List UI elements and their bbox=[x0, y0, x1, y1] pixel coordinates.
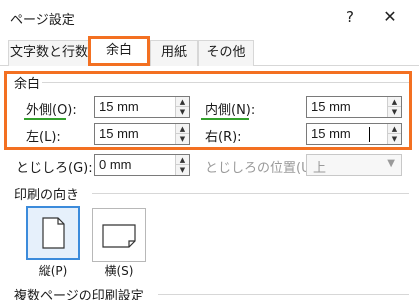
spin-down-icon[interactable]: ▼ bbox=[176, 165, 189, 175]
gutter-position-select: 上 ▼ bbox=[306, 154, 402, 176]
close-button[interactable]: ✕ bbox=[370, 4, 410, 30]
landscape-page-icon bbox=[102, 224, 136, 248]
portrait-page-icon bbox=[42, 217, 65, 249]
tab-document-grid[interactable]: 文字数と行数 bbox=[8, 40, 90, 66]
tab-paper[interactable]: 用紙 bbox=[150, 40, 198, 66]
tab-other[interactable]: その他 bbox=[198, 40, 254, 66]
chevron-down-icon: ▼ bbox=[387, 158, 395, 169]
landscape-button[interactable] bbox=[92, 208, 146, 262]
gutter-position-label: とじしろの位置(U): bbox=[205, 161, 321, 176]
help-button[interactable]: ? bbox=[336, 4, 364, 30]
portrait-button[interactable] bbox=[26, 206, 80, 260]
dialog-title: ページ設定 bbox=[10, 13, 75, 28]
tab-margins[interactable]: 余白 bbox=[88, 36, 150, 66]
landscape-label: 横(S) bbox=[104, 264, 134, 278]
portrait-label: 縦(P) bbox=[38, 264, 68, 278]
gutter-stepper[interactable]: 0 mm ▲ ▼ bbox=[94, 154, 190, 176]
orientation-section-label: 印刷の向き bbox=[14, 188, 80, 203]
gutter-position-value: 上 bbox=[313, 161, 327, 176]
orientation-section-divider bbox=[92, 193, 409, 194]
gutter-label: とじしろ(G): bbox=[16, 161, 93, 176]
highlight-box bbox=[4, 71, 412, 150]
spin-up-icon[interactable]: ▲ bbox=[176, 155, 189, 165]
multi-page-section-label: 複数ページの印刷設定 bbox=[14, 289, 144, 300]
multi-page-section-divider bbox=[158, 294, 409, 295]
gutter-value[interactable]: 0 mm bbox=[99, 157, 132, 172]
